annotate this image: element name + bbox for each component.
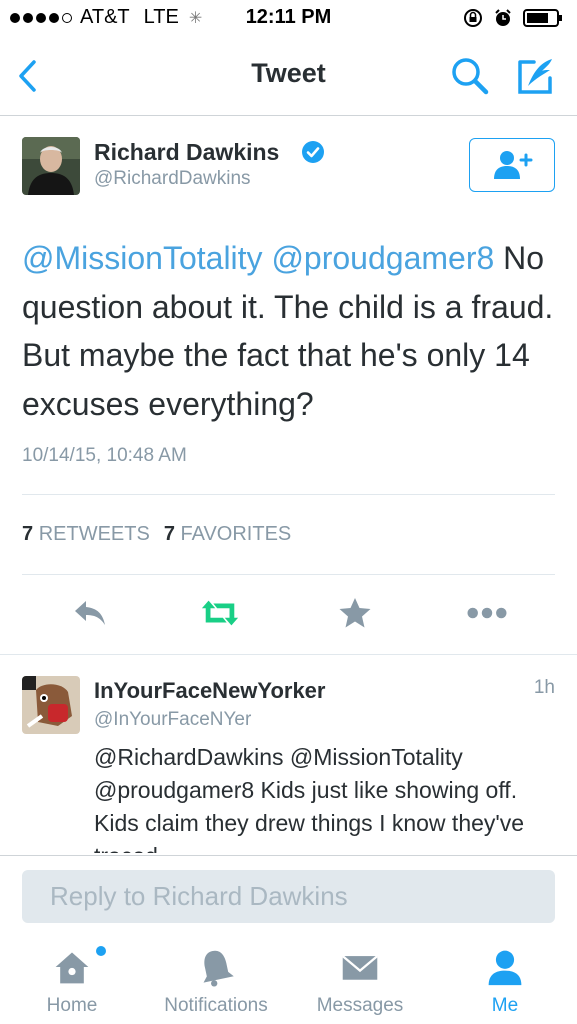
tab-home-label: Home	[46, 995, 98, 1016]
home-icon	[52, 945, 92, 989]
tab-me-label: Me	[491, 995, 519, 1016]
tab-messages[interactable]: Messages	[295, 945, 425, 1024]
divider	[22, 494, 555, 495]
reply-text: @RichardDawkins @MissionTotality @proudg…	[94, 744, 525, 853]
tweet-stats: 7 RETWEETS 7 FAVORITES	[22, 523, 291, 546]
compose-icon	[518, 59, 552, 94]
reply-bar	[0, 855, 577, 937]
tab-messages-label: Messages	[316, 995, 404, 1016]
tab-notifications-label: Notifications	[164, 995, 268, 1016]
profile-photo-icon	[22, 676, 80, 734]
favorite-button[interactable]	[335, 595, 375, 631]
reply-icon	[75, 601, 105, 625]
person-icon	[485, 945, 525, 989]
status-right	[463, 8, 563, 28]
tab-me[interactable]: Me	[440, 945, 570, 1024]
rotation-lock-icon	[464, 9, 482, 27]
home-notification-badge	[96, 946, 106, 956]
reply-author-avatar[interactable]	[22, 676, 80, 734]
divider	[0, 654, 577, 655]
divider	[22, 574, 555, 575]
compose-button[interactable]	[516, 56, 556, 96]
search-button[interactable]	[450, 56, 490, 96]
more-icon	[467, 607, 507, 619]
tab-home[interactable]: Home	[7, 945, 137, 1024]
envelope-icon	[340, 945, 380, 989]
reply-input[interactable]	[22, 870, 555, 923]
tab-notifications[interactable]: Notifications	[151, 945, 281, 1024]
page-title: Tweet	[251, 58, 326, 88]
favorites-stat[interactable]: 7 FAVORITES	[164, 523, 291, 546]
search-icon	[452, 58, 489, 95]
star-icon	[339, 598, 371, 628]
retweets-count: 7	[22, 523, 34, 545]
favorites-count: 7	[163, 523, 175, 545]
profile-photo-icon	[22, 137, 80, 195]
retweets-label: RETWEETS	[38, 523, 150, 545]
retweet-icon	[201, 600, 239, 626]
bell-icon	[196, 945, 236, 989]
tweet-mentions[interactable]: @MissionTotality @proudgamer8	[22, 240, 494, 276]
retweets-stat[interactable]: 7 RETWEETS	[22, 523, 150, 546]
author-name[interactable]: Richard Dawkins	[94, 139, 279, 166]
alarm-icon	[495, 9, 511, 26]
verified-badge-icon	[301, 140, 325, 164]
status-bar: AT&T LTE ✳ 12:11 PM	[0, 0, 577, 38]
retweet-button[interactable]	[200, 595, 240, 631]
author-avatar[interactable]	[22, 137, 80, 195]
follow-button[interactable]	[469, 138, 555, 192]
author-handle[interactable]: @RichardDawkins	[94, 168, 251, 190]
tab-bar: Home Notifications Messages Me	[0, 937, 577, 1024]
navigation-bar: Tweet	[0, 38, 577, 116]
reply-time: 1h	[533, 677, 555, 698]
more-button[interactable]	[467, 595, 507, 631]
battery-icon	[523, 9, 562, 27]
tweet-text: @MissionTotality @proudgamer8 No questio…	[22, 234, 562, 428]
reply-button[interactable]	[70, 595, 110, 631]
reply-author-name[interactable]: InYourFaceNewYorker	[94, 678, 325, 704]
reply-author-handle[interactable]: @InYourFaceNYer	[94, 709, 251, 731]
tweet-actions	[0, 595, 577, 635]
tweet-timestamp: 10/14/15, 10:48 AM	[22, 445, 187, 466]
add-user-icon	[494, 151, 533, 179]
favorites-label: FAVORITES	[180, 523, 292, 545]
